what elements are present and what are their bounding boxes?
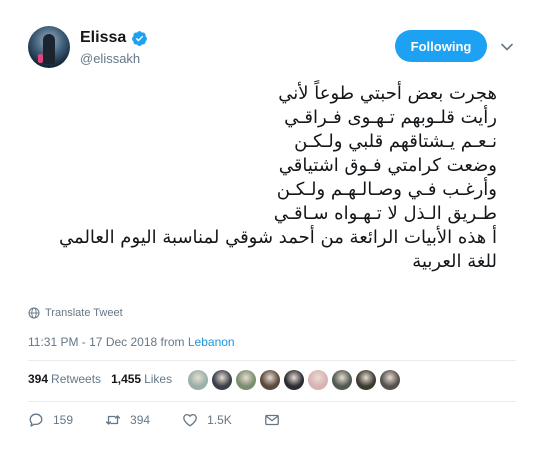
display-name[interactable]: Elissa bbox=[80, 29, 126, 47]
direct-message-button[interactable] bbox=[264, 412, 280, 428]
user-handle[interactable]: @elissakh bbox=[80, 51, 148, 66]
liker-avatar[interactable] bbox=[260, 370, 280, 390]
retweet-count: 394 bbox=[130, 413, 151, 427]
tweet-line: وأرغـب فـي وصـالـهـم ولـكـن bbox=[276, 179, 497, 200]
like-count: 1.5K bbox=[207, 413, 232, 427]
location-link[interactable]: Lebanon bbox=[188, 335, 235, 349]
avatar-figure bbox=[43, 34, 55, 64]
retweets-label: Retweets bbox=[51, 372, 102, 386]
tweet-meta: 11:31 PM - 17 Dec 2018 from Lebanon bbox=[28, 335, 235, 349]
following-button[interactable]: Following bbox=[395, 30, 487, 62]
chevron-down-icon[interactable] bbox=[500, 40, 514, 54]
translate-tweet-link[interactable]: Translate Tweet bbox=[28, 307, 123, 319]
tweet-stats: 394 Retweets 1,455 Likes bbox=[28, 372, 172, 386]
likes-stat[interactable]: 1,455 Likes bbox=[111, 372, 172, 386]
envelope-icon bbox=[264, 414, 279, 426]
divider bbox=[28, 360, 516, 361]
liker-avatar[interactable] bbox=[308, 370, 328, 390]
tweet-text: هجرت بعض أحبتي طوعاً لأني رأيت قلـوبهم ت… bbox=[37, 82, 497, 274]
liker-avatar[interactable] bbox=[236, 370, 256, 390]
liker-avatar[interactable] bbox=[284, 370, 304, 390]
retweet-icon bbox=[105, 415, 121, 425]
tweet-line: وضعت كرامتي فـوق اشتياقي bbox=[278, 155, 497, 176]
likes-count: 1,455 bbox=[111, 372, 142, 386]
avatar[interactable] bbox=[28, 26, 70, 68]
retweets-count: 394 bbox=[28, 372, 49, 386]
liker-avatar[interactable] bbox=[380, 370, 400, 390]
tweet-actions: 159 394 1.5K bbox=[28, 412, 280, 428]
tweet-line: رأيت قلـوبهم تـهـوى فـراقـي bbox=[284, 107, 497, 128]
reply-icon bbox=[29, 413, 43, 427]
tweet-line: للغة العربية bbox=[412, 251, 497, 272]
liker-avatars bbox=[188, 370, 400, 390]
likes-label: Likes bbox=[144, 372, 173, 386]
retweets-stat[interactable]: 394 Retweets bbox=[28, 372, 101, 386]
author-info: Elissa @elissakh bbox=[80, 29, 148, 66]
verified-badge-icon bbox=[132, 30, 148, 46]
liker-avatar[interactable] bbox=[332, 370, 352, 390]
globe-icon bbox=[28, 307, 40, 319]
translate-label[interactable]: Translate Tweet bbox=[45, 307, 123, 319]
from-label: from bbox=[160, 335, 185, 349]
divider bbox=[28, 401, 516, 402]
tweet-line: أ هذه الأبيات الرائعة من أحمد شوقي لمناس… bbox=[59, 227, 497, 248]
liker-avatar[interactable] bbox=[212, 370, 232, 390]
pink-ribbon-icon bbox=[38, 54, 43, 63]
heart-icon bbox=[183, 413, 197, 427]
reply-count: 159 bbox=[53, 413, 74, 427]
tweet-line: نـعـم يـشتاقهم قلبي ولـكـن bbox=[294, 131, 497, 152]
retweet-button[interactable]: 394 bbox=[105, 412, 150, 428]
like-button[interactable]: 1.5K bbox=[182, 412, 232, 428]
tweet-line: هجرت بعض أحبتي طوعاً لأني bbox=[278, 83, 497, 104]
reply-button[interactable]: 159 bbox=[28, 412, 73, 428]
tweet-header: Elissa @elissakh Following bbox=[28, 26, 528, 70]
tweet-line: طـريق الـذل لا تـهـواه سـاقـي bbox=[273, 203, 497, 224]
liker-avatar[interactable] bbox=[356, 370, 376, 390]
liker-avatar[interactable] bbox=[188, 370, 208, 390]
timestamp[interactable]: 11:31 PM - 17 Dec 2018 bbox=[28, 335, 157, 349]
